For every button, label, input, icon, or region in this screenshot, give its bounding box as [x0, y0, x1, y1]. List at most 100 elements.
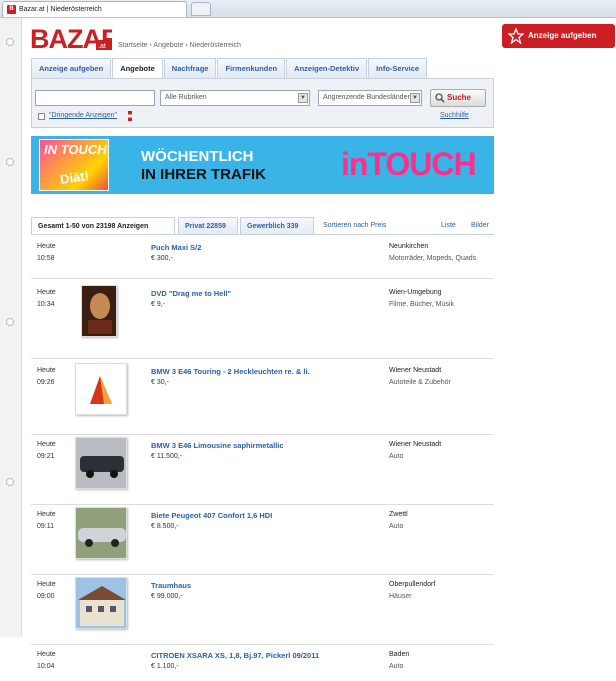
listing-time: 09:21	[37, 453, 55, 460]
banner-line-1: WÖCHENTLICH	[141, 148, 254, 165]
search-help-link[interactable]: Suchhilfe	[440, 112, 469, 119]
tab-commercial[interactable]: Gewerblich 339	[240, 217, 314, 235]
house-image	[76, 578, 126, 628]
listing-row[interactable]: Heute 09:21 BMW 3 E46 Limousine saphirme…	[31, 437, 494, 505]
urgent-ads-checkbox[interactable]	[38, 113, 45, 120]
tab-wanted[interactable]: Nachfrage	[163, 58, 217, 78]
listing-price: € 1.100,-	[151, 663, 179, 670]
listing-title[interactable]: CITROEN XSARA XS, 1,8, Bj.97, Pickerl 09…	[151, 651, 319, 660]
car-image	[76, 508, 126, 558]
breadcrumb[interactable]: Startseite › Angebote › Niederösterreich	[118, 42, 241, 49]
listing-day: Heute	[37, 651, 56, 658]
chevron-down-icon: ▼	[298, 93, 308, 103]
flag-icon	[128, 111, 132, 121]
magazine-headline: Diät!	[59, 168, 90, 187]
listing-time: 10:04	[37, 663, 55, 670]
tab-info-service[interactable]: Info-Service	[368, 58, 428, 78]
listing-time: 10:34	[37, 301, 55, 308]
view-list-link[interactable]: Liste	[435, 217, 462, 235]
tab-post-ad[interactable]: Anzeige aufgeben	[31, 58, 112, 78]
listing-category: Auto	[389, 453, 404, 460]
car-image	[76, 438, 126, 488]
results-tabbar: Gesamt 1-50 von 23198 Anzeigen Privat 22…	[31, 217, 494, 235]
listing-row[interactable]: Heute 10:58 Puch Maxi S/2 € 300,- Neunki…	[31, 243, 494, 279]
magazine-cover-image: IN TOUCH Diät!	[39, 139, 109, 191]
listing-category: Auto	[389, 663, 404, 670]
listing-title[interactable]: DVD "Drag me to Hell"	[151, 289, 231, 298]
tab-offers[interactable]: Angebote	[112, 58, 163, 79]
view-images-link[interactable]: Bilder	[465, 217, 495, 235]
star-icon	[508, 28, 524, 44]
binder-ring-icon	[6, 38, 14, 46]
listing-row[interactable]: Heute 09:26 BMW 3 E46 Touring - 2 Heckle…	[31, 363, 494, 435]
category-select-value: Alle Rubriken	[165, 94, 207, 101]
banner-brand: inTOUCH	[341, 146, 477, 182]
listing-location: Wiener Neustadt	[389, 367, 442, 374]
listing-thumbnail[interactable]	[75, 577, 127, 629]
listing-thumbnail[interactable]	[75, 507, 127, 559]
search-input[interactable]	[35, 90, 155, 106]
post-ad-button[interactable]: Anzeige aufgeben	[502, 24, 615, 48]
browser-tab-strip: B Bazar.at | Niederösterreich	[0, 0, 616, 18]
listing-day: Heute	[37, 289, 56, 296]
browser-tab[interactable]: B Bazar.at | Niederösterreich	[2, 1, 187, 17]
region-select[interactable]: Angrenzende Bundesländer ▼	[318, 90, 422, 106]
intouch-banner-ad[interactable]: IN TOUCH Diät! WÖCHENTLICH IN IHRER TRAF…	[31, 136, 494, 194]
tab-total[interactable]: Gesamt 1-50 von 23198 Anzeigen	[31, 217, 175, 235]
listing-row[interactable]: Heute 09:11 Biete Peugeot 407 Confort 1,…	[31, 507, 494, 575]
new-tab-button[interactable]	[191, 2, 211, 16]
listing-list: Heute 10:58 Puch Maxi S/2 € 300,- Neunki…	[31, 243, 494, 681]
category-select[interactable]: Alle Rubriken ▼	[160, 90, 310, 106]
listing-time: 10:58	[37, 255, 55, 262]
listing-price: € 8.500,-	[151, 523, 179, 530]
listing-row[interactable]: Heute 10:04 CITROEN XSARA XS, 1,8, Bj.97…	[31, 651, 494, 681]
listing-title[interactable]: Traumhaus	[151, 581, 191, 590]
binder-ring-icon	[6, 158, 14, 166]
listing-title[interactable]: BMW 3 E46 Limousine saphirmetallic	[151, 441, 284, 450]
listing-thumbnail[interactable]	[81, 285, 117, 337]
left-margin-bar	[0, 18, 22, 637]
tab-business[interactable]: Firmenkunden	[217, 58, 286, 78]
listing-location: Baden	[389, 651, 410, 658]
listing-location: Zwettl	[389, 511, 408, 518]
listing-location: Wien-Umgebung	[389, 289, 442, 296]
tab-ad-detective[interactable]: Anzeigen-Detektiv	[286, 58, 368, 78]
sort-by-price-link[interactable]: Sortieren nach Preis	[317, 217, 392, 235]
listing-price: € 300,-	[151, 255, 173, 262]
chevron-down-icon: ▼	[410, 93, 420, 103]
listing-category: Motorräder, Mopeds, Quads	[389, 255, 477, 262]
banner-line-2: IN IHRER TRAFIK	[141, 166, 266, 183]
listing-time: 09:11	[37, 523, 54, 530]
listing-title[interactable]: Biete Peugeot 407 Confort 1,6 HDI	[151, 511, 272, 520]
listing-day: Heute	[37, 441, 56, 448]
listing-thumbnail[interactable]	[75, 437, 127, 489]
favicon-icon: B	[7, 5, 16, 14]
urgent-ads-label[interactable]: "Dringende Anzeigen"	[49, 112, 117, 119]
logo-suffix: .at	[98, 43, 106, 50]
listing-row[interactable]: Heute 09:00 Traumhaus € 99.000,- Oberpul…	[31, 577, 494, 645]
search-panel: Alle Rubriken ▼ Angrenzende Bundesländer…	[31, 78, 494, 128]
listing-price: € 11.500,-	[151, 453, 183, 460]
listing-time: 09:00	[37, 593, 55, 600]
dvd-cover-image	[82, 286, 116, 336]
search-button[interactable]: Suche	[430, 89, 486, 107]
tab-private[interactable]: Privat 22859	[178, 217, 238, 235]
listing-day: Heute	[37, 243, 56, 250]
listing-title[interactable]: Puch Maxi S/2	[151, 243, 201, 252]
listing-category: Autoteile & Zubehör	[389, 379, 451, 386]
search-icon	[435, 93, 445, 103]
listing-title[interactable]: BMW 3 E46 Touring - 2 Heckleuchten re. &…	[151, 367, 310, 376]
listing-location: Oberpullendorf	[389, 581, 436, 588]
divider	[31, 234, 494, 235]
listing-time: 09:26	[37, 379, 55, 386]
listing-location: Neunkirchen	[389, 243, 429, 250]
listing-row[interactable]: Heute 10:34 DVD "Drag me to Hell" € 9,- …	[31, 285, 494, 359]
listing-category: Auto	[389, 523, 404, 530]
page-content: BAZAR .at Startseite › Angebote › Nieder…	[28, 18, 494, 670]
listing-thumbnail[interactable]	[75, 363, 127, 415]
listing-price: € 99.000,-	[151, 593, 183, 600]
listing-day: Heute	[37, 511, 56, 518]
bazar-logo[interactable]: BAZAR .at	[30, 23, 112, 53]
magazine-title: IN TOUCH	[44, 142, 107, 157]
listing-location: Wiener Neustadt	[389, 441, 442, 448]
